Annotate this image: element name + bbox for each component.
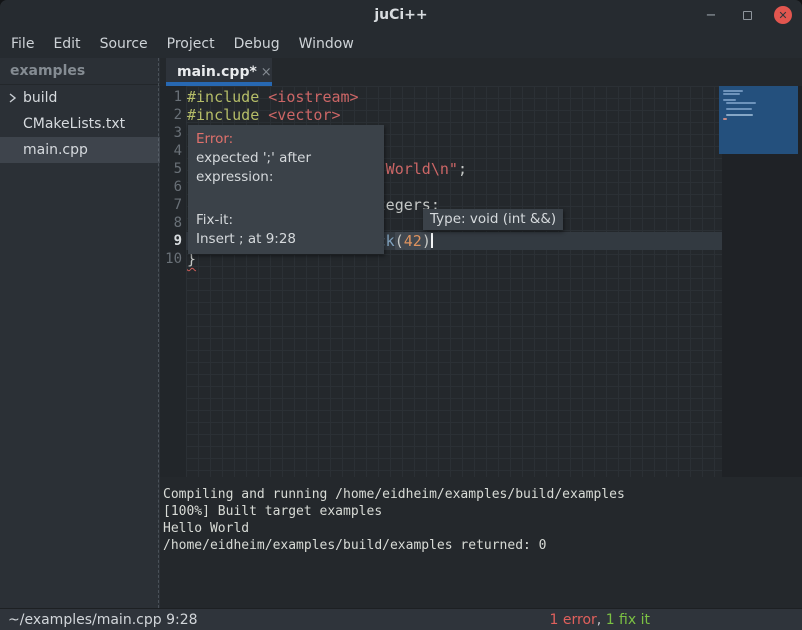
- code-token: #include: [187, 88, 268, 106]
- line-number: 5: [160, 160, 186, 178]
- error-tooltip-gap: [196, 187, 384, 211]
- output-line: Compiling and running /home/eidheim/exam…: [163, 486, 802, 503]
- minimap-line: [723, 90, 743, 92]
- minimize-icon[interactable]: −: [702, 6, 720, 24]
- text-cursor: [431, 233, 433, 248]
- status-diagnostics: 1 error, 1 fix it: [550, 612, 650, 628]
- tab-main-cpp[interactable]: main.cpp* ×: [166, 58, 272, 86]
- output-panel[interactable]: Compiling and running /home/eidheim/exam…: [160, 477, 802, 608]
- menu-item-file[interactable]: File: [11, 36, 34, 52]
- menu-item-edit[interactable]: Edit: [53, 36, 80, 52]
- menubar: File Edit Source Project Debug Window: [0, 30, 802, 58]
- error-tooltip-title: Error:: [196, 130, 384, 149]
- status-bar: ~/examples/main.cpp 9:28 1 error, 1 fix …: [0, 608, 802, 630]
- tree-item-label: build: [23, 90, 57, 106]
- tab-bar: main.cpp* ×: [160, 58, 802, 86]
- window-title: juCi++: [0, 0, 802, 30]
- line-number: 4: [160, 142, 186, 160]
- minimap-line: [723, 99, 736, 101]
- tab-close-icon[interactable]: ×: [261, 65, 272, 80]
- menu-item-window[interactable]: Window: [299, 36, 354, 52]
- fixit-label: Fix-it:: [196, 211, 384, 230]
- project-name: examples: [0, 58, 160, 85]
- minimap-line: [723, 118, 727, 120]
- code-token: <vector>: [268, 106, 340, 124]
- fixit-count: 1 fix it: [606, 612, 650, 628]
- tree-item-label: CMakeLists.txt: [23, 116, 125, 132]
- type-tooltip: Type: void (int &&): [423, 209, 563, 230]
- editor-pane: main.cpp* × 12345678910 #include <iostre…: [160, 58, 802, 608]
- minimap-line: [726, 102, 756, 104]
- window-controls: − ✕: [702, 0, 792, 30]
- line-number: 8: [160, 214, 186, 232]
- main-area: examples build CMakeLists.txt main.cpp mai…: [0, 58, 802, 608]
- code-token: ;: [458, 160, 467, 178]
- app-window: juCi++ − ✕ File Edit Source Project Debug Win…: [0, 0, 802, 630]
- minimap-line: [726, 114, 753, 116]
- file-tree: build CMakeLists.txt main.cpp: [0, 85, 160, 163]
- code-token: (: [395, 232, 404, 250]
- code-line-2: #include <vector>: [186, 106, 722, 124]
- code-token: #include: [187, 106, 268, 124]
- fixit-text: Insert ; at 9:28: [196, 230, 384, 249]
- output-line: /home/eidheim/examples/build/examples re…: [163, 537, 802, 554]
- error-count: 1 error: [550, 612, 597, 628]
- code-editor: 12345678910 #include <iostream>#include …: [160, 86, 802, 477]
- line-number: 7: [160, 196, 186, 214]
- error-tooltip: Error: expected ';' after expression: Fi…: [188, 125, 384, 254]
- output-line: Hello World: [163, 520, 802, 537]
- line-number: 9: [160, 232, 186, 250]
- code-token: ): [422, 232, 431, 250]
- sidebar-file-browser: examples build CMakeLists.txt main.cpp: [0, 58, 160, 608]
- chevron-right-icon[interactable]: [7, 91, 19, 105]
- tree-item-build[interactable]: build: [0, 85, 160, 111]
- error-tooltip-message: expected ';' after expression:: [196, 149, 384, 187]
- line-number-gutter: 12345678910: [160, 86, 186, 477]
- menu-item-project[interactable]: Project: [167, 36, 215, 52]
- line-number: 10: [160, 250, 186, 268]
- menu-item-debug[interactable]: Debug: [234, 36, 280, 52]
- minimap: [722, 86, 802, 477]
- code-line-1: #include <iostream>: [186, 88, 722, 106]
- minimap-line: [723, 93, 740, 95]
- minimap-line: [726, 108, 752, 110]
- code-token: <iostream>: [268, 88, 358, 106]
- output-line: [100%] Built target examples: [163, 503, 802, 520]
- pane-separator[interactable]: [158, 58, 159, 608]
- status-location: ~/examples/main.cpp 9:28: [8, 612, 198, 628]
- tree-item-label: main.cpp: [23, 142, 88, 158]
- tab-label: main.cpp*: [177, 64, 257, 80]
- titlebar[interactable]: juCi++ − ✕: [0, 0, 802, 30]
- line-number: 3: [160, 124, 186, 142]
- line-number: 2: [160, 106, 186, 124]
- tree-item-main-cpp[interactable]: main.cpp: [0, 137, 160, 163]
- restore-icon[interactable]: [738, 6, 756, 24]
- menu-item-source[interactable]: Source: [100, 36, 148, 52]
- close-icon[interactable]: ✕: [774, 6, 792, 24]
- line-number: 6: [160, 178, 186, 196]
- code-token: 42: [404, 232, 422, 250]
- minimap-viewport[interactable]: [719, 86, 798, 154]
- tree-item-cmakelists-txt[interactable]: CMakeLists.txt: [0, 111, 160, 137]
- line-number: 1: [160, 88, 186, 106]
